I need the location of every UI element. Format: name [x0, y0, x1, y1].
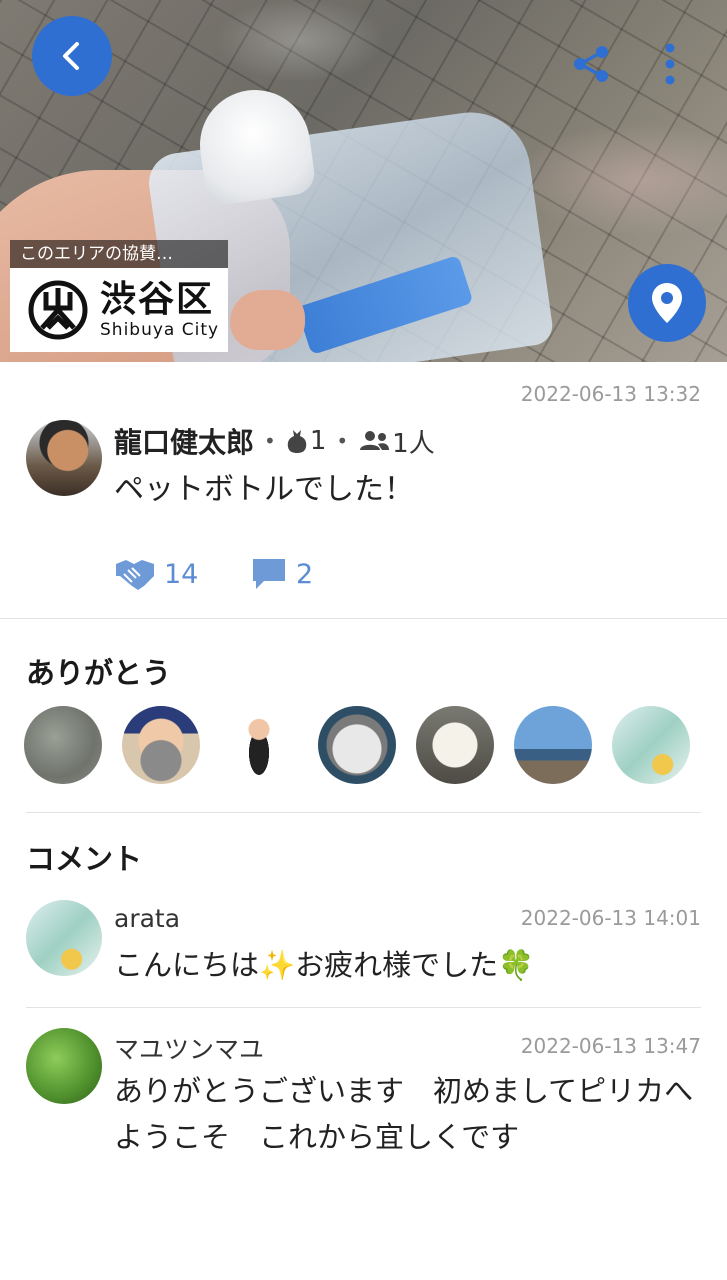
- comment-icon: [253, 559, 285, 589]
- post-text: ペットボトルでした！: [114, 472, 414, 507]
- comment-date: 2022-06-13 14:01: [520, 906, 701, 930]
- thanks-button[interactable]: 14: [114, 556, 198, 592]
- share-button[interactable]: [568, 40, 616, 88]
- thanks-avatar[interactable]: [514, 706, 592, 784]
- sponsor-card[interactable]: このエリアの協賛… 渋谷区 Shibuya City: [10, 240, 228, 352]
- comment-avatar[interactable]: [26, 1028, 102, 1104]
- trash-bag-icon: [286, 428, 308, 454]
- thanks-count: 14: [164, 558, 199, 590]
- author-line: 龍口健太郎 • 1 • 1人: [114, 420, 435, 462]
- thanks-avatar[interactable]: [416, 706, 494, 784]
- comments-section-title: コメント: [26, 842, 143, 876]
- comment-text: こんにちは✨お疲れ様でした🍀: [114, 948, 535, 982]
- people-icon: [358, 430, 390, 452]
- sponsor-subtitle: Shibuya City: [100, 320, 220, 340]
- thanks-avatar[interactable]: [24, 706, 102, 784]
- back-icon: [63, 42, 79, 70]
- comment-text: ありがとうございます 初めましてピリカへようこそ これから宜しくです: [114, 1074, 694, 1154]
- thanks-avatar[interactable]: [612, 706, 690, 784]
- comment-author[interactable]: arata: [114, 904, 180, 933]
- photo-thumb: [230, 290, 305, 350]
- more-options-button[interactable]: [652, 40, 688, 88]
- divider: [26, 812, 701, 813]
- separator-dot: •: [336, 429, 349, 453]
- author-avatar[interactable]: [26, 420, 102, 496]
- sponsor-caption: このエリアの協賛…: [10, 240, 228, 268]
- thanks-section-title: ありがとう: [26, 656, 172, 690]
- comment-avatar[interactable]: [26, 900, 102, 976]
- thanks-avatar-list: [24, 706, 690, 784]
- map-location-button[interactable]: [628, 264, 706, 342]
- pick-count: 1: [309, 426, 327, 456]
- back-button[interactable]: [32, 16, 112, 96]
- author-name[interactable]: 龍口健太郎: [114, 421, 254, 461]
- sponsor-name: 渋谷区: [100, 279, 215, 320]
- thanks-avatar[interactable]: [318, 706, 396, 784]
- shibuya-emblem-icon: [28, 280, 88, 340]
- divider: [26, 1007, 701, 1008]
- comment-count: 2: [296, 558, 314, 590]
- more-icon: [665, 43, 675, 85]
- comment-button[interactable]: 2: [250, 556, 313, 592]
- post-date: 2022-06-13 13:32: [520, 382, 701, 406]
- comment-date: 2022-06-13 13:47: [520, 1034, 701, 1058]
- share-icon: [574, 46, 608, 82]
- map-pin-icon: [652, 283, 682, 323]
- photo-bottle-cap: [192, 82, 318, 208]
- divider: [0, 618, 727, 619]
- thanks-avatar[interactable]: [122, 706, 200, 784]
- people-count: 1人: [392, 428, 435, 459]
- separator-dot: •: [264, 429, 276, 453]
- handshake-icon: [116, 560, 154, 590]
- thanks-avatar[interactable]: [220, 706, 298, 784]
- comment-author[interactable]: マユツンマユ: [114, 1030, 264, 1066]
